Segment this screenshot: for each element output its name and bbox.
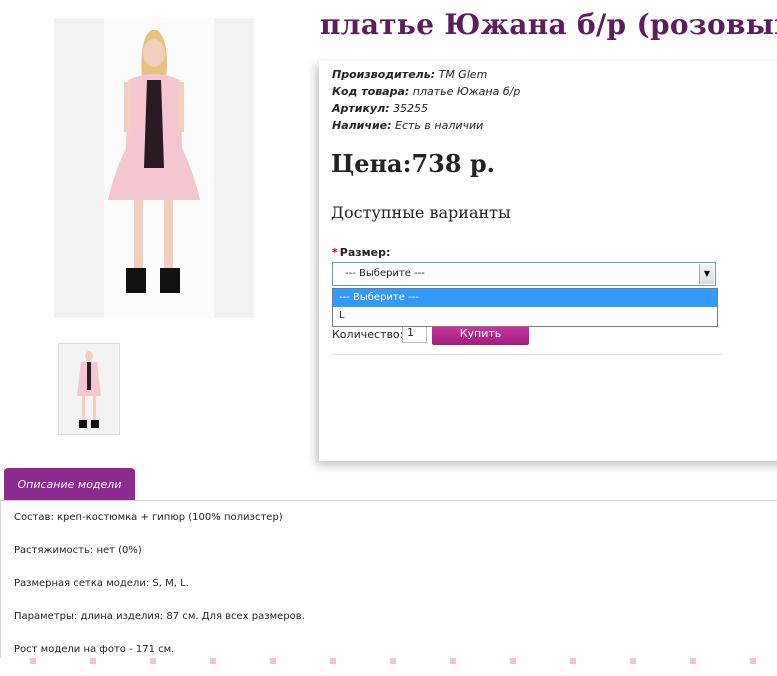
tab-panel-border — [0, 500, 1, 664]
description-content: Состав: креп-костюмка + гипюр (100% поли… — [14, 511, 305, 676]
variants-heading: Доступные варианты — [331, 203, 511, 222]
description-stretch: Растяжимость: нет (0%) — [14, 545, 142, 556]
divider — [332, 354, 722, 355]
description-parameters: Параметры: длина изделия: 87 см. Для все… — [14, 611, 305, 622]
chevron-down-icon[interactable]: ▼ — [699, 264, 714, 284]
description-size-grid: Размерная сетка модели: S, M, L. — [14, 578, 189, 589]
product-meta: Производитель: TM Glem Код товара: плать… — [332, 66, 520, 134]
meta-row-product-code: Код товара: платье Южана б/р — [332, 85, 521, 98]
size-dropdown-list[interactable]: --- Выберите --- L — [332, 288, 718, 327]
tab-divider — [0, 500, 777, 501]
product-thumbnail[interactable] — [58, 343, 120, 435]
tab-description[interactable]: Описание модели — [4, 468, 135, 501]
size-option-placeholder[interactable]: --- Выберите --- — [333, 289, 717, 307]
decorative-bottom-strip — [0, 658, 777, 664]
product-price: Цена:738 р. — [331, 149, 496, 178]
product-info-panel: Производитель: TM Glem Код товара: плать… — [319, 61, 777, 461]
product-main-image[interactable] — [54, 18, 254, 318]
product-title: платье Южана б/р (розовый) — [320, 8, 777, 41]
meta-row-availability: Наличие: Есть в наличии — [332, 119, 484, 132]
size-select[interactable]: --- Выберите --- ▼ — [332, 262, 716, 286]
size-label: * Размер: — [332, 246, 391, 259]
description-composition: Состав: креп-костюмка + гипюр (100% поли… — [14, 512, 283, 523]
meta-row-article: Артикул: 35255 — [332, 102, 429, 115]
description-model-height: Рост модели на фото - 171 см. — [14, 644, 175, 655]
size-select-value: --- Выберите --- — [345, 268, 425, 279]
meta-row-manufacturer: Производитель: TM Glem — [332, 68, 488, 81]
size-option-l[interactable]: L — [333, 307, 717, 325]
quantity-label: Количество: — [332, 328, 404, 341]
required-mark: * — [332, 246, 338, 259]
